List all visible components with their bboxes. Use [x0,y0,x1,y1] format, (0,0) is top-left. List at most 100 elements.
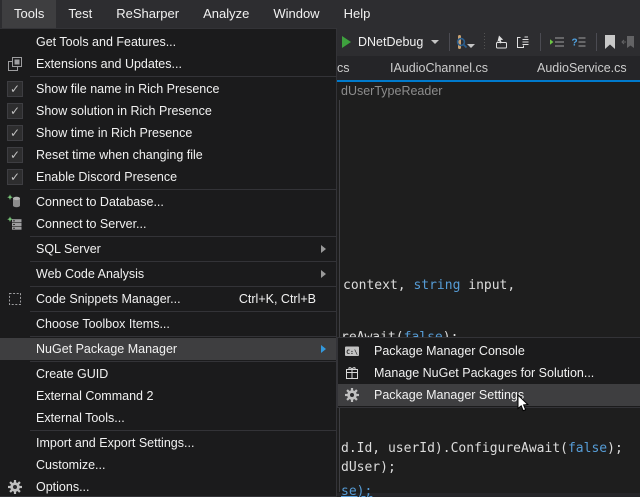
code-segment: dUser); [341,460,396,475]
menu-item-label: Enable Discord Presence [30,170,177,184]
submenu-arrow-icon [321,345,326,353]
code-line: se); [341,484,372,497]
navigate-to-cursor-icon[interactable] [493,33,509,51]
code-segment: se); [341,484,372,497]
tools-menu-item-show-solution-in-rich-presence[interactable]: ✓Show solution in Rich Presence [0,100,336,122]
menu-item-label: Show solution in Rich Presence [30,104,212,118]
code-line: dUser); [341,460,396,475]
menu-item-label: NuGet Package Manager [30,342,177,356]
menubar-item-tools[interactable]: Tools [2,0,56,28]
tools-menu-item-connect-to-database[interactable]: Connect to Database... [0,191,336,213]
menu-separator [30,311,336,312]
menu-separator [30,336,336,337]
menubar-item-resharper[interactable]: ReSharper [104,0,191,28]
nuget-submenu-item-package-manager-settings[interactable]: Package Manager Settings [338,384,640,406]
menu-separator [30,236,336,237]
format-indent-green-icon[interactable] [549,33,565,51]
menubar-item-window[interactable]: Window [261,0,331,28]
menu-item-label: Web Code Analysis [30,267,144,281]
tools-menu-item-options[interactable]: Options... [0,476,336,497]
submenu-arrow-icon [321,270,326,278]
svg-text:C:\: C:\ [346,348,358,356]
help-glyph: ? [571,38,577,49]
menu-item-label: Extensions and Updates... [30,57,182,71]
tools-menu-item-web-code-analysis[interactable]: Web Code Analysis [0,263,336,285]
menu-separator [30,76,336,77]
tools-menu-item-external-tools[interactable]: External Tools... [0,407,336,429]
gear-icon [0,479,30,495]
database-icon [0,194,30,210]
menu-item-label: External Tools... [30,411,125,425]
checkmark-icon: ✓ [0,81,30,97]
menu-item-label: Manage NuGet Packages for Solution... [366,366,594,380]
sync-document-icon[interactable] [515,33,531,51]
nuget-submenu: C:\ Package Manager Console Manage NuGet P… [337,337,640,408]
tools-menu-item-code-snippets-manager[interactable]: Code Snippets Manager...Ctrl+K, Ctrl+B [0,288,336,310]
menu-bar: ToolsTestReSharperAnalyzeWindowHelp [0,0,640,28]
menu-item-label: Connect to Database... [30,195,164,209]
tools-menu-item-choose-toolbox-items[interactable]: Choose Toolbox Items... [0,313,336,335]
menu-separator [30,361,336,362]
find-in-files-icon[interactable] [458,35,461,49]
editor-tab-audioservice-cs[interactable]: AudioService.cs [537,56,627,80]
tools-menu-item-connect-to-server[interactable]: Connect to Server... [0,213,336,235]
tools-menu-item-get-tools-and-features[interactable]: Get Tools and Features... [0,31,336,53]
previous-bookmark-icon[interactable] [621,33,637,51]
breadcrumb[interactable]: dUserTypeReader [341,84,442,98]
menu-item-label: Package Manager Settings [366,388,524,402]
menu-item-label: SQL Server [30,242,101,256]
code-segment: string [413,278,460,293]
menu-item-label: Reset time when changing file [30,148,203,162]
menu-item-label: Code Snippets Manager... [30,292,181,306]
tools-menu-item-external-command-2[interactable]: External Command 2 [0,385,336,407]
run-config-label[interactable]: DNetDebug [358,35,423,49]
code-segment: d.Id, userId).ConfigureAwait( [341,441,568,456]
tools-menu-item-create-guid[interactable]: Create GUID [0,363,336,385]
submenu-arrow-icon [321,245,326,253]
menu-item-label: Customize... [30,458,105,472]
vs-window: DNetDebug ? cs IAudioChannel.cs AudioServi… [0,0,640,497]
checkmark-icon: ✓ [0,169,30,185]
menu-item-label: Connect to Server... [30,217,146,231]
menu-item-label: Import and Export Settings... [30,436,194,450]
nuget-submenu-item-package-manager-console[interactable]: C:\ Package Manager Console [338,340,640,362]
run-config-dropdown-icon[interactable] [431,40,439,44]
tools-menu-item-import-and-export-settings[interactable]: Import and Export Settings... [0,432,336,454]
tools-menu-item-nuget-package-manager[interactable]: NuGet Package Manager [0,338,336,360]
help-lines-icon[interactable]: ? [571,33,587,51]
checkmark-icon: ✓ [0,125,30,141]
menu-separator [30,286,336,287]
tools-menu-item-customize[interactable]: Customize... [0,454,336,476]
menu-item-label: Choose Toolbox Items... [30,317,170,331]
tools-menu-item-extensions-and-updates[interactable]: Extensions and Updates... [0,53,336,75]
menu-separator [30,189,336,190]
mouse-cursor [517,394,530,418]
menu-item-label: Package Manager Console [366,344,525,358]
bookmark-icon[interactable] [605,33,615,51]
menubar-item-help[interactable]: Help [332,0,383,28]
nuget-submenu-item-manage-nuget-packages-for-solution[interactable]: Manage NuGet Packages for Solution... [338,362,640,384]
menu-item-label: Show file name in Rich Presence [30,82,219,96]
snippets-icon [0,291,30,307]
tools-menu-item-enable-discord-presence[interactable]: ✓Enable Discord Presence [0,166,336,188]
menubar-item-analyze[interactable]: Analyze [191,0,261,28]
menu-item-label: Options... [30,480,90,494]
toolbar-grip [484,33,485,51]
server-icon [0,216,30,232]
tools-menu-item-show-file-name-in-rich-presence[interactable]: ✓Show file name in Rich Presence [0,78,336,100]
menubar-item-test[interactable]: Test [56,0,104,28]
menu-item-label: Get Tools and Features... [30,35,176,49]
editor-tab-iaudiochannel-cs[interactable]: IAudioChannel.cs [390,56,488,80]
tools-menu-item-show-time-in-rich-presence[interactable]: ✓Show time in Rich Presence [0,122,336,144]
tools-menu-item-reset-time-when-changing-file[interactable]: ✓Reset time when changing file [0,144,336,166]
menu-separator [30,430,336,431]
package-icon [338,365,366,381]
code-segment: ); [607,441,623,456]
menu-separator [30,261,336,262]
start-debug-icon[interactable] [342,36,351,48]
editor-tab-cs[interactable]: cs [337,56,350,80]
code-segment: input, [460,278,515,293]
tools-menu-item-sql-server[interactable]: SQL Server [0,238,336,260]
checkmark-icon: ✓ [0,103,30,119]
code-line: d.Id, userId).ConfigureAwait(false); [341,441,623,456]
